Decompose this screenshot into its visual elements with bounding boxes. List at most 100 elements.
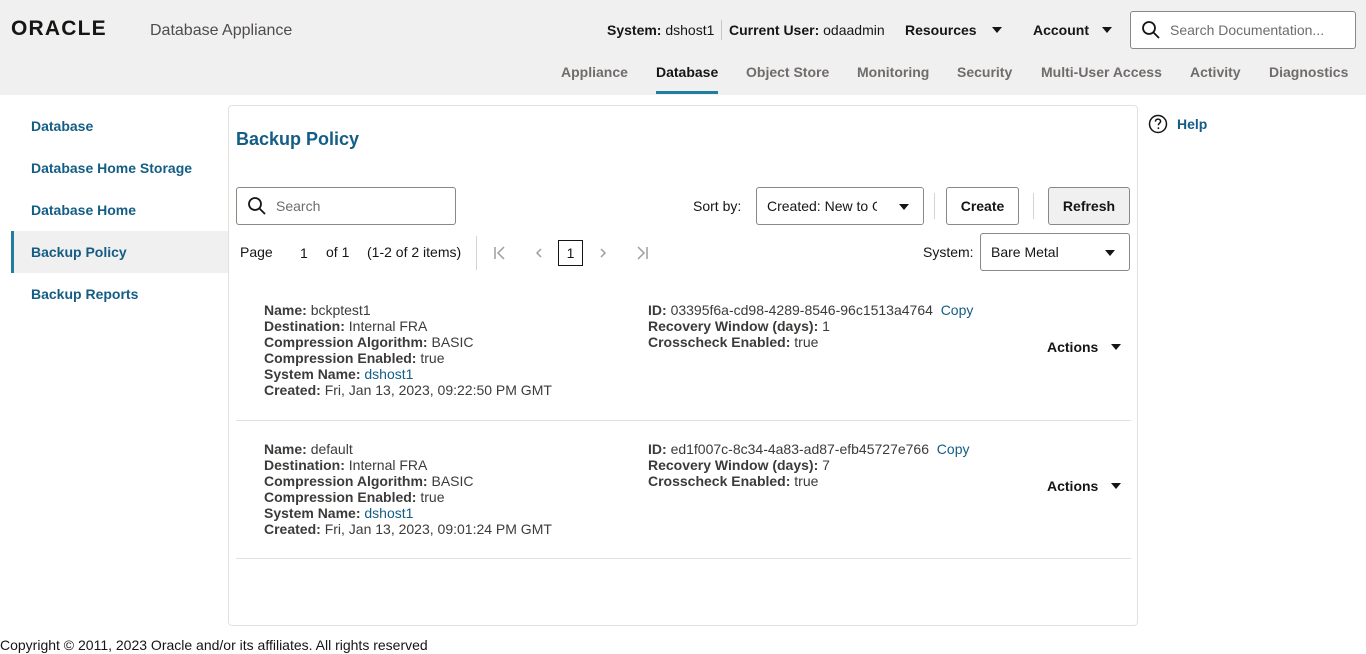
field-value: BASIC: [431, 334, 474, 350]
actions-menu-button[interactable]: Actions: [1047, 478, 1122, 494]
field-label: ID:: [648, 441, 667, 457]
sidebar-item-database[interactable]: Database: [11, 105, 228, 147]
toolbar-divider: [1033, 193, 1034, 219]
header-divider: [721, 20, 722, 40]
record-destination: Destination: Internal FRA: [264, 457, 427, 473]
account-menu[interactable]: Account: [1033, 22, 1112, 38]
sort-by-select[interactable]: Created: New to Old: [756, 187, 924, 225]
field-label: Crosscheck Enabled:: [648, 473, 791, 489]
field-label: Name:: [264, 302, 307, 318]
actions-menu-button[interactable]: Actions: [1047, 339, 1122, 355]
record-crosscheck: Crosscheck Enabled: true: [648, 334, 818, 350]
help-icon: [1148, 114, 1168, 134]
system-info-value: dshost1: [665, 22, 715, 38]
field-value: true: [794, 473, 819, 489]
sort-by-label: Sort by:: [693, 198, 742, 214]
help-link[interactable]: Help: [1148, 114, 1207, 134]
field-value: 03395f6a-cd98-4289-8546-96c1513a4764: [670, 302, 933, 318]
last-page-icon[interactable]: [633, 244, 651, 262]
chevron-down-icon: [1102, 27, 1112, 33]
record-crosscheck: Crosscheck Enabled: true: [648, 473, 818, 489]
record-system-name: System Name: dshost1: [264, 505, 413, 521]
record-compression-enabled: Compression Enabled: true: [264, 489, 444, 505]
pager-divider: [476, 236, 477, 270]
system-filter-value: Bare Metal: [991, 244, 1059, 260]
tab-object-store[interactable]: Object Store: [746, 64, 829, 80]
field-value: ed1f007c-8c34-4a83-ad87-efb45727e766: [670, 441, 930, 457]
sidebar-item-backup-policy[interactable]: Backup Policy: [11, 231, 228, 273]
system-filter-select[interactable]: Bare Metal: [980, 233, 1130, 271]
record-name: Name: default: [264, 441, 353, 457]
tab-appliance[interactable]: Appliance: [561, 64, 628, 80]
field-label: Compression Algorithm:: [264, 334, 428, 350]
field-label: Compression Enabled:: [264, 350, 417, 366]
policy-search[interactable]: [236, 187, 456, 225]
field-label: Name:: [264, 441, 307, 457]
copy-id-link[interactable]: Copy: [937, 441, 970, 457]
tab-multi-user-access[interactable]: Multi-User Access: [1041, 64, 1162, 80]
field-label: Created:: [264, 521, 321, 537]
field-value: default: [310, 441, 353, 457]
chevron-down-icon: [1111, 344, 1122, 350]
field-value: true: [420, 350, 445, 366]
sidebar-item-database-home-storage[interactable]: Database Home Storage: [11, 147, 228, 189]
row-divider: [236, 558, 1131, 559]
tab-activity[interactable]: Activity: [1190, 64, 1241, 80]
field-value: BASIC: [431, 473, 474, 489]
pager-of-label: of 1: [326, 244, 350, 260]
record-compression-algorithm: Compression Algorithm: BASIC: [264, 334, 474, 350]
documentation-search-input[interactable]: [1170, 22, 1350, 38]
record-system-name: System Name: dshost1: [264, 366, 413, 382]
app-header: ORACLE Database Appliance System: dshost…: [0, 0, 1366, 95]
create-button[interactable]: Create: [946, 187, 1019, 225]
system-info-label: System:: [607, 22, 662, 38]
field-value: Fri, Jan 13, 2023, 09:22:50 PM GMT: [324, 382, 552, 398]
field-label: System Name:: [264, 366, 361, 382]
resources-menu-label: Resources: [905, 22, 977, 38]
first-page-icon[interactable]: [491, 244, 509, 262]
field-label: Recovery Window (days):: [648, 457, 819, 473]
pager-page-input[interactable]: 1: [300, 245, 308, 261]
next-page-icon[interactable]: [594, 244, 612, 262]
copy-id-link[interactable]: Copy: [941, 302, 974, 318]
field-label: Compression Enabled:: [264, 489, 417, 505]
pager-items-label: (1-2 of 2 items): [367, 244, 462, 260]
record-recovery-window: Recovery Window (days): 1: [648, 318, 830, 334]
current-user: Current User: odaadmin: [729, 22, 885, 38]
current-page-button[interactable]: 1: [558, 240, 583, 266]
page-title: Backup Policy: [236, 129, 360, 149]
field-label: ID:: [648, 302, 667, 318]
documentation-search[interactable]: [1130, 11, 1356, 49]
field-label: System Name:: [264, 505, 361, 521]
chevron-down-icon: [1105, 250, 1115, 256]
tab-security[interactable]: Security: [957, 64, 1012, 80]
sidebar-item-database-home[interactable]: Database Home: [11, 189, 228, 231]
account-menu-label: Account: [1033, 22, 1089, 38]
copyright-footer: Copyright © 2011, 2023 Oracle and/or its…: [0, 637, 428, 653]
resources-menu[interactable]: Resources: [905, 22, 1002, 38]
tab-monitoring[interactable]: Monitoring: [857, 64, 929, 80]
system-name-link[interactable]: dshost1: [364, 505, 413, 521]
tab-diagnostics[interactable]: Diagnostics: [1269, 64, 1348, 80]
oracle-logo: ORACLE: [11, 18, 107, 38]
policy-search-input[interactable]: [276, 198, 446, 214]
record-created: Created: Fri, Jan 13, 2023, 09:22:50 PM …: [264, 382, 552, 398]
sidebar-item-backup-reports[interactable]: Backup Reports: [11, 273, 228, 315]
product-name: Database Appliance: [150, 22, 293, 39]
actions-label: Actions: [1047, 478, 1099, 494]
search-icon: [248, 197, 266, 215]
system-name-link[interactable]: dshost1: [364, 366, 413, 382]
oracle-logo-text: ORACLE: [11, 18, 107, 38]
field-label: Compression Algorithm:: [264, 473, 428, 489]
system-info: System: dshost1: [607, 22, 714, 38]
actions-label: Actions: [1047, 339, 1099, 355]
previous-page-icon[interactable]: [530, 244, 548, 262]
system-filter-label: System:: [923, 244, 974, 260]
refresh-button[interactable]: Refresh: [1048, 187, 1130, 225]
field-label: Destination:: [264, 457, 345, 473]
field-value: 7: [822, 457, 830, 473]
sort-by-value: Created: New to Old: [767, 198, 894, 214]
chevron-down-icon: [1111, 483, 1122, 489]
tab-database[interactable]: Database: [656, 64, 718, 80]
chevron-down-icon: [991, 27, 1002, 33]
